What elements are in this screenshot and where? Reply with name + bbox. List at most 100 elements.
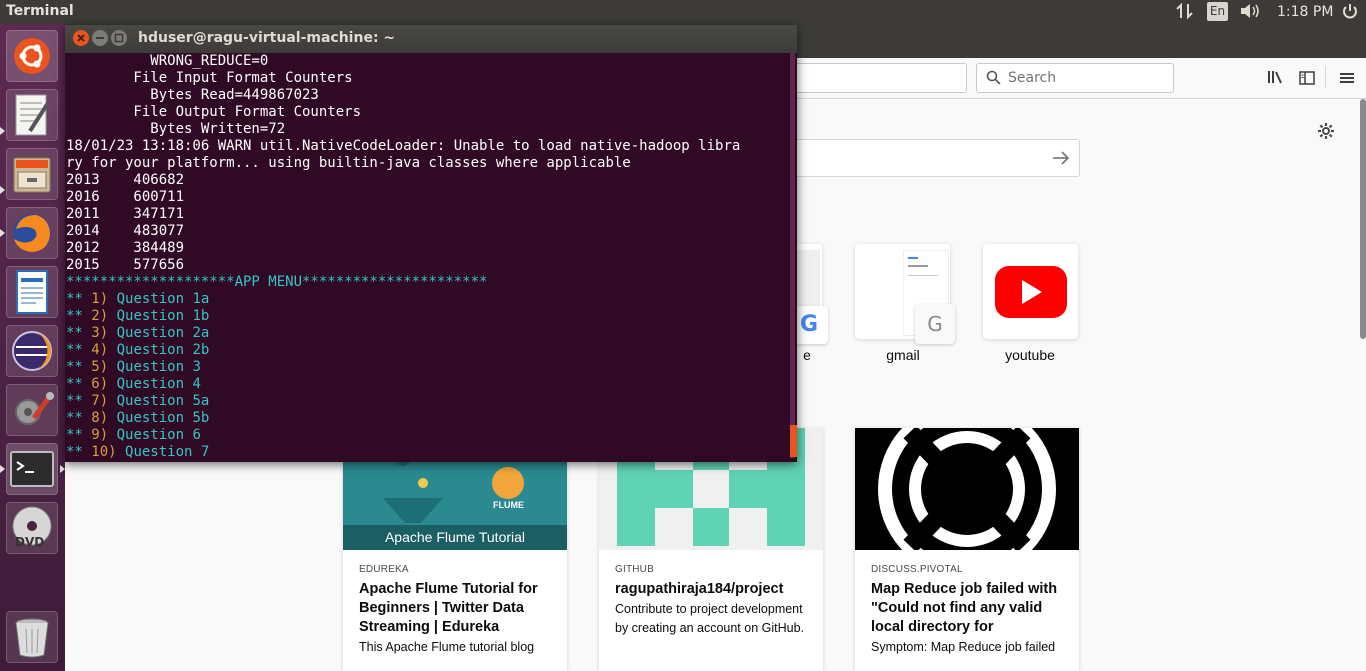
terminal-line: File Output Format Counters — [66, 104, 370, 120]
launcher-item-firefox[interactable] — [6, 207, 58, 259]
close-button[interactable] — [73, 30, 89, 46]
menu-prefix: ** — [66, 291, 92, 307]
lifebuoy-icon — [878, 428, 1056, 550]
menu-prefix: ** — [66, 427, 92, 443]
gear-icon[interactable] — [1317, 122, 1335, 140]
menu-number: 1) — [91, 291, 117, 307]
menu-number: 3) — [91, 325, 117, 341]
running-indicator — [0, 186, 5, 194]
app-menu-item: ** 8) Question 5b — [66, 410, 788, 427]
app-menu-item: ** 7) Question 5a — [66, 393, 788, 410]
page-scrollbar[interactable] — [1360, 99, 1366, 339]
menu-label: Question 5b — [116, 410, 210, 426]
trash-icon — [15, 618, 49, 658]
menu-label: Question 5a — [116, 393, 210, 409]
menu-prefix: ** — [66, 376, 92, 392]
sidebar-icon[interactable] — [1299, 70, 1315, 85]
firefox-icon — [13, 214, 51, 252]
menu-prefix: ** — [66, 410, 92, 426]
terminal-icon — [10, 451, 54, 487]
highlight-card-edureka[interactable]: FLUME Apache Flume Tutorial EDUREKA Apac… — [343, 428, 567, 671]
terminal-line: 2016 600711 — [66, 189, 185, 205]
app-menu-item: ** 2) Question 1b — [66, 308, 788, 325]
menu-prefix: ** — [66, 444, 92, 460]
power-icon[interactable] — [1342, 2, 1358, 24]
launcher-item-dash[interactable] — [6, 30, 58, 82]
terminal-line: 2011 347171 — [66, 206, 185, 222]
menu-number: 8) — [91, 410, 117, 426]
minimize-icon — [96, 37, 104, 39]
maximize-button[interactable] — [111, 30, 127, 46]
card-thumbnail — [855, 428, 1079, 550]
terminal-line: 2014 483077 — [66, 223, 185, 239]
terminal-window[interactable]: hduser@ragu-virtual-machine: ~ WRONG_RED… — [65, 25, 797, 462]
top-site-tile-gmail[interactable]: G — [855, 244, 955, 344]
menu-label: Question 1a — [116, 291, 210, 307]
launcher-item-dvd[interactable]: DVD — [6, 502, 58, 554]
app-menu-item: ** 10) Question 7 — [66, 444, 788, 461]
launcher-item-terminal[interactable] — [6, 443, 58, 495]
launcher-item-trash[interactable] — [6, 611, 58, 663]
running-indicator — [0, 127, 5, 135]
terminal-output[interactable]: WRONG_REDUCE=0 File Input Format Counter… — [66, 53, 788, 462]
running-indicator — [0, 229, 5, 237]
card-description: This Apache Flume tutorial blog — [359, 640, 535, 654]
network-icon[interactable] — [1176, 2, 1194, 24]
launcher-item-writer[interactable] — [6, 266, 58, 318]
window-edge-accent — [790, 425, 797, 457]
card-source: EDUREKA — [359, 564, 409, 575]
app-menu-item: ** 3) Question 2a — [66, 325, 788, 342]
highlight-card-pivotal[interactable]: DISCUSS.PIVOTAL Map Reduce job failed wi… — [855, 428, 1079, 671]
top-panel: Terminal En 1:18 PM — [0, 0, 1366, 24]
terminal-line: Bytes Written=72 — [66, 121, 286, 137]
search-icon — [986, 70, 1001, 85]
menu-prefix: ** — [66, 359, 92, 375]
menu-number: 10) — [91, 444, 126, 460]
terminal-line: Bytes Read=449867023 — [66, 87, 319, 103]
focused-indicator — [60, 465, 65, 473]
card-source: DISCUSS.PIVOTAL — [871, 564, 963, 575]
menu-icon[interactable] — [1340, 70, 1354, 84]
file-cabinet-icon — [13, 157, 51, 193]
launcher-item-settings[interactable] — [6, 384, 58, 436]
volume-icon[interactable] — [1240, 2, 1262, 24]
maximize-icon — [114, 33, 124, 43]
youtube-icon — [995, 266, 1067, 318]
app-menu-item: ** 6) Question 4 — [66, 376, 788, 393]
search-placeholder: Search — [1008, 70, 1057, 86]
writer-icon — [16, 270, 48, 314]
menu-label: Question 7 — [125, 444, 210, 460]
menu-label: Question 2a — [116, 325, 210, 341]
terminal-scrollbar[interactable] — [790, 53, 795, 458]
svg-text:DVD: DVD — [15, 535, 44, 549]
newtab-search-box[interactable] — [760, 139, 1080, 177]
arrow-right-icon[interactable] — [1052, 151, 1070, 165]
library-icon[interactable] — [1267, 69, 1283, 85]
menu-number: 6) — [91, 376, 117, 392]
menu-label: Question 4 — [116, 376, 201, 392]
launcher-item-files[interactable] — [6, 148, 58, 200]
terminal-title-bar[interactable]: hduser@ragu-virtual-machine: ~ — [65, 25, 797, 53]
terminal-line: 2013 406682 — [66, 172, 185, 188]
menu-label: Question 2b — [116, 342, 210, 358]
app-menu-item: ** 4) Question 2b — [66, 342, 788, 359]
keyboard-layout-indicator[interactable]: En — [1207, 2, 1228, 21]
menu-number: 2) — [91, 308, 117, 324]
url-bar[interactable] — [780, 63, 967, 93]
highlight-card-github[interactable]: GITHUB ragupathiraja184/project Contribu… — [599, 428, 823, 671]
card-title: ragupathiraja184/project — [615, 581, 784, 597]
menu-prefix: ** — [66, 393, 92, 409]
minimize-button[interactable] — [92, 30, 108, 46]
clock[interactable]: 1:18 PM — [1277, 4, 1333, 20]
app-menu-header: ********************APP MENU************… — [66, 274, 488, 290]
active-app-title: Terminal — [6, 3, 74, 19]
menu-prefix: ** — [66, 325, 92, 341]
launcher-item-text-editor[interactable] — [6, 89, 58, 141]
top-site-tile-youtube[interactable] — [983, 244, 1078, 339]
menu-label: Question 6 — [116, 427, 201, 443]
card-description: Symptom: Map Reduce job failed — [871, 640, 1056, 654]
top-site-label-gmail: gmail — [886, 347, 920, 363]
search-bar[interactable]: Search — [976, 63, 1174, 93]
menu-prefix: ** — [66, 308, 92, 324]
launcher-item-eclipse[interactable] — [6, 325, 58, 377]
